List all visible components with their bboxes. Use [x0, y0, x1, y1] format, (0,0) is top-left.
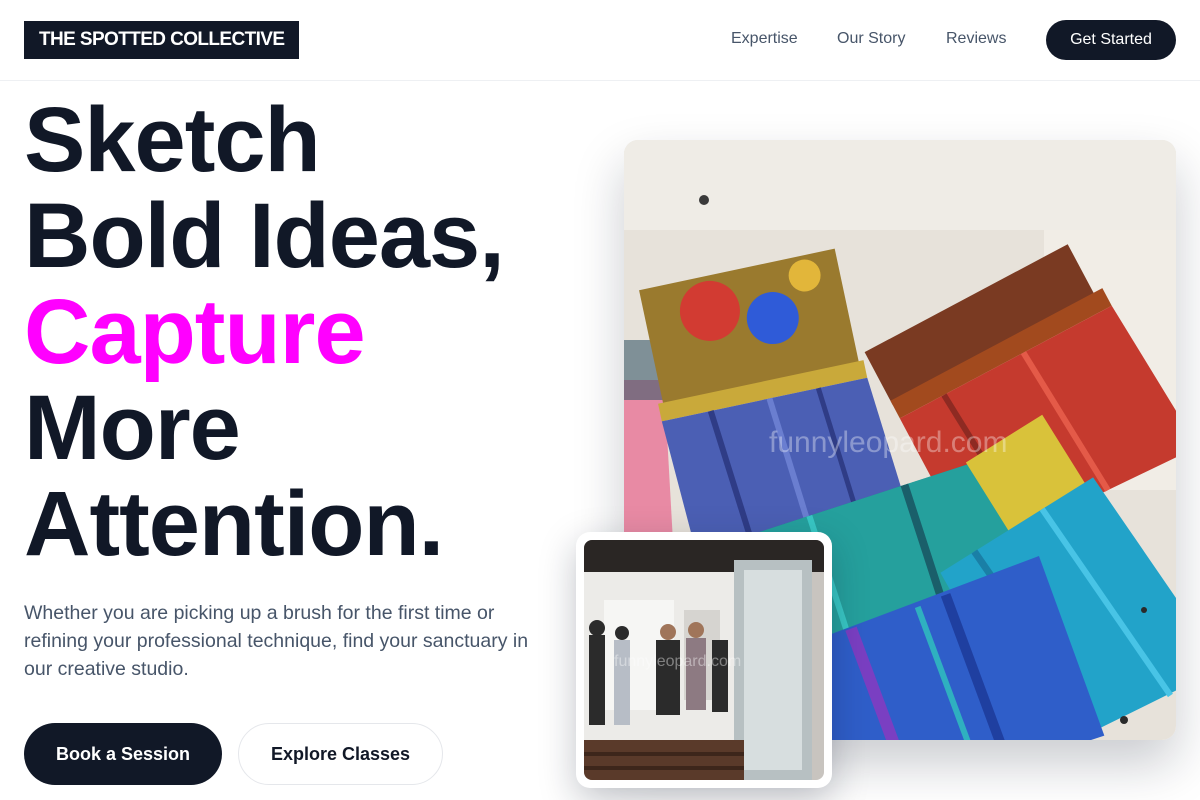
hero-headline: Sketch Bold Ideas, Capture More Attentio… — [24, 92, 584, 572]
gallery-photo-card: funnyleopard.com — [576, 532, 832, 788]
nav-link-our-story[interactable]: Our Story — [837, 29, 905, 49]
inset-watermark-text: funnyleopard.com — [614, 653, 741, 670]
gallery-illustration: funnyleopard.com — [584, 540, 824, 780]
hero-subtitle: Whether you are picking up a brush for t… — [24, 602, 529, 680]
headline-line-4: More — [24, 377, 241, 479]
headline-line-5: Attention. — [24, 473, 444, 575]
brand-logo[interactable]: THE SPOTTED COLLECTIVE — [24, 21, 300, 59]
nav-link-expertise[interactable]: Expertise — [731, 29, 798, 49]
get-started-button[interactable]: Get Started — [1046, 20, 1176, 60]
book-session-button[interactable]: Book a Session — [24, 723, 222, 785]
explore-classes-button[interactable]: Explore Classes — [238, 723, 443, 785]
headline-line-2: Bold Ideas, — [24, 185, 505, 287]
headline-line-1: Sketch — [24, 89, 321, 191]
gallery-visitors-image: funnyleopard.com — [584, 540, 824, 780]
nav-link-reviews[interactable]: Reviews — [946, 29, 1006, 49]
watermark-text: funnyleopard.com — [769, 426, 1007, 459]
site-header: THE SPOTTED COLLECTIVE Expertise Our Sto… — [0, 0, 1200, 81]
headline-accent-word: Capture — [24, 281, 366, 383]
